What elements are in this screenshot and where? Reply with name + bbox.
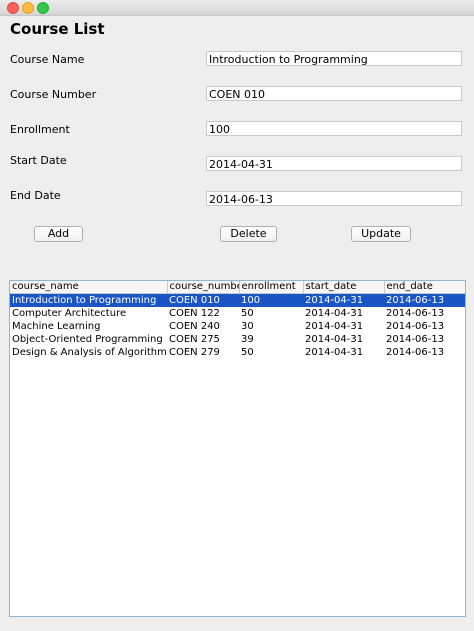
start-date-label: Start Date [10,154,67,167]
course-table[interactable]: course_name course_number enrollment sta… [9,280,466,617]
maximize-window-button[interactable] [37,2,49,14]
table-row[interactable]: Computer Architecture COEN 122 50 2014-0… [10,307,465,320]
start-date-field[interactable]: 2014-04-31 [206,156,462,171]
column-header-course-number[interactable]: course_number [167,281,240,294]
column-header-course-name[interactable]: course_name [10,281,168,294]
cell-start-date: 2014-04-31 [305,334,364,345]
cell-course-number: COEN 240 [169,321,220,332]
enrollment-label: Enrollment [10,123,70,136]
cell-course-number: COEN 010 [167,293,239,307]
cell-course-number: COEN 122 [169,308,220,319]
cell-start-date: 2014-04-31 [305,308,364,319]
title-bar [0,0,474,16]
table-row[interactable]: Design & Analysis of Algorithms COEN 279… [10,346,465,359]
end-date-label: End Date [10,189,61,202]
cell-course-name: Introduction to Programming [10,293,167,307]
course-name-field[interactable]: Introduction to Programming [206,51,462,66]
cell-end-date: 2014-06-13 [384,293,465,307]
cell-course-number: COEN 275 [169,334,220,345]
course-number-field[interactable]: COEN 010 [206,86,462,101]
update-button[interactable]: Update [351,226,411,242]
table-row[interactable]: Machine Learning COEN 240 30 2014-04-31 … [10,320,465,333]
cell-course-name: Machine Learning [12,321,101,332]
cell-start-date: 2014-04-31 [305,321,364,332]
column-header-start-date[interactable]: start_date [303,281,385,294]
delete-button[interactable]: Delete [220,226,277,242]
cell-end-date: 2014-06-13 [386,321,445,332]
close-window-button[interactable] [7,2,19,14]
course-name-label: Course Name [10,53,85,66]
cell-enrollment: 100 [239,293,303,307]
table-header-row: course_name course_number enrollment sta… [10,281,465,294]
cell-end-date: 2014-06-13 [386,334,445,345]
cell-start-date: 2014-04-31 [303,293,384,307]
end-date-field[interactable]: 2014-06-13 [206,191,462,206]
window-title: Course List [10,20,105,38]
table-row[interactable]: Introduction to Programming COEN 010 100… [10,293,465,307]
course-number-label: Course Number [10,88,97,101]
cell-enrollment: 39 [241,334,254,345]
cell-end-date: 2014-06-13 [386,347,445,358]
table-row[interactable]: Object-Oriented Programming COEN 275 39 … [10,333,465,346]
cell-course-number: COEN 279 [169,347,220,358]
column-header-end-date[interactable]: end_date [384,281,465,294]
cell-course-name: Design & Analysis of Algorithms [12,347,167,358]
add-button[interactable]: Add [34,226,83,242]
cell-course-name: Computer Architecture [12,308,127,319]
cell-start-date: 2014-04-31 [305,347,364,358]
minimize-window-button[interactable] [22,2,34,14]
cell-course-name: Object-Oriented Programming [12,334,163,345]
column-header-enrollment[interactable]: enrollment [239,281,304,294]
cell-enrollment: 30 [241,321,254,332]
cell-enrollment: 50 [241,347,254,358]
cell-enrollment: 50 [241,308,254,319]
enrollment-field[interactable]: 100 [206,121,462,136]
cell-end-date: 2014-06-13 [386,308,445,319]
